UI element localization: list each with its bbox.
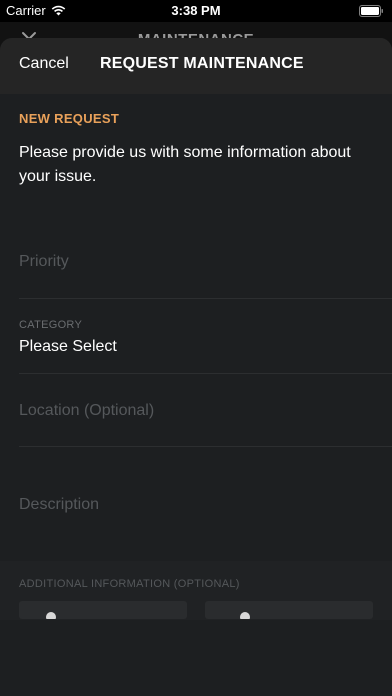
section-label: NEW REQUEST [19, 111, 120, 126]
bottom-area [0, 620, 392, 696]
location-field[interactable]: Location (Optional) [19, 374, 392, 447]
attachment-tile-left[interactable] [19, 601, 187, 619]
attachment-tile-right[interactable] [205, 601, 373, 619]
intro-text: Please provide us with some information … [19, 144, 351, 185]
battery-icon [359, 5, 383, 17]
status-time: 3:38 PM [171, 3, 221, 18]
location-input: Location (Optional) [19, 402, 155, 419]
description-input: Description [19, 496, 100, 513]
category-field[interactable]: CATEGORY Please Select [19, 299, 392, 374]
camera-icon [46, 612, 56, 619]
category-label: CATEGORY [19, 319, 83, 331]
status-bar: Carrier 3:38 PM [0, 0, 392, 22]
additional-info-label: ADDITIONAL INFORMATION (OPTIONAL) [19, 578, 240, 590]
priority-field[interactable]: Priority [19, 228, 392, 299]
category-value: Please Select [19, 338, 117, 355]
request-sheet: Cancel REQUEST MAINTENANCE NEW REQUEST P… [0, 38, 392, 696]
priority-placeholder: Priority [19, 253, 69, 270]
photo-icon [240, 612, 250, 619]
description-field[interactable]: Description [19, 447, 392, 560]
cancel-button[interactable]: Cancel [19, 55, 69, 73]
screen: Carrier 3:38 PM MAINTENANCE Cancel REQUE… [0, 0, 392, 696]
page-title: REQUEST MAINTENANCE [100, 55, 304, 72]
nav-bar: Cancel REQUEST MAINTENANCE [0, 38, 392, 94]
